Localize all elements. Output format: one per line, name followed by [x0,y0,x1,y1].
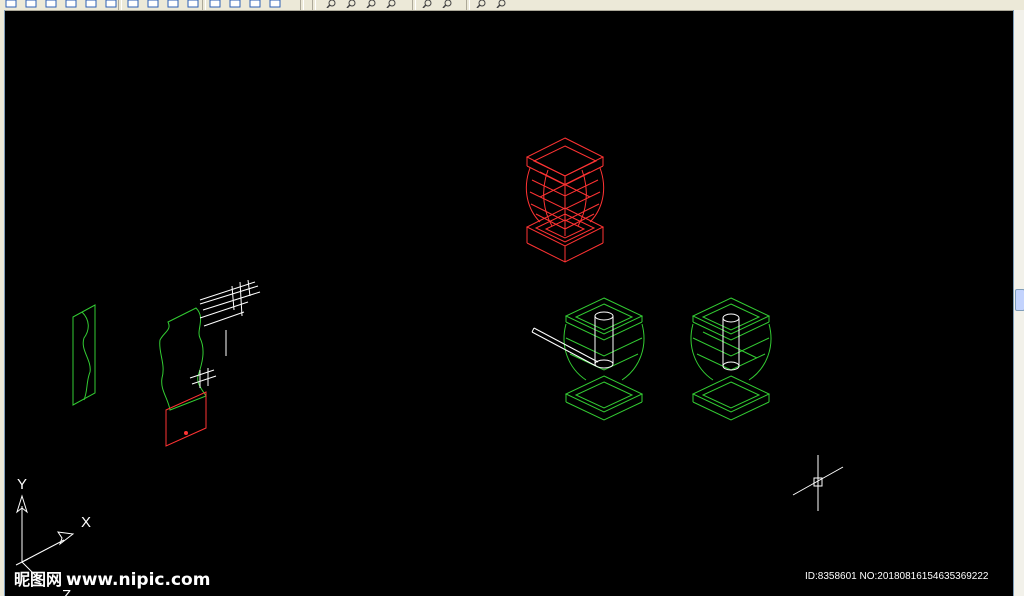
green-vase-right [690,297,772,421]
zoom-icon [496,0,506,8]
zoom-button[interactable] [362,0,380,10]
ucs-icon [15,494,75,577]
view-icon [25,0,37,8]
zoom-icon [422,0,432,8]
zoom-button[interactable] [418,0,436,10]
view-icon [209,0,221,8]
red-vase-wireframe [525,137,605,263]
profile-panel [72,304,96,406]
toolbar-group-zoom-2 [418,0,456,10]
toolbar-group-views-3 [206,0,284,10]
view-button[interactable] [184,0,202,10]
ucs-x-label: X [81,514,91,531]
view-icon [249,0,261,8]
watermark-cjk: 昵图网 [14,570,63,589]
toolbar-separator [412,0,416,10]
view-icon [229,0,241,8]
scrollbar-thumb[interactable] [1015,289,1024,311]
zoom-icon [346,0,356,8]
toolbar-separator [312,0,316,10]
view-icon [127,0,139,8]
view-button[interactable] [62,0,80,10]
view-icon [65,0,77,8]
zoom-button[interactable] [382,0,400,10]
toolbar-group-zoom-3 [472,0,510,10]
zoom-icon [476,0,486,8]
view-button[interactable] [42,0,60,10]
view-button[interactable] [124,0,142,10]
view-icon [85,0,97,8]
vertical-scrollbar[interactable] [1013,10,1024,596]
view-icon [5,0,17,8]
ucs-y-label: Y [17,476,27,493]
toolbar-group-views-2 [124,0,202,10]
watermark-logo: 昵图网 www.nipic.com [14,566,210,590]
zoom-button[interactable] [472,0,490,10]
view-icon [105,0,117,8]
watermark-id: ID:8358601 NO:20180816154635369222 [805,571,989,582]
view-button[interactable] [22,0,40,10]
watermark-url: www.nipic.com [66,570,211,590]
zoom-icon [442,0,452,8]
zoom-button[interactable] [322,0,340,10]
toolbar-group-views [2,0,120,10]
view-button[interactable] [82,0,100,10]
zoom-icon [366,0,376,8]
view-button[interactable] [206,0,224,10]
crosshair-cursor [792,455,844,511]
zoom-button[interactable] [342,0,360,10]
view-icon [45,0,57,8]
toolbar-separator [300,0,304,10]
zoom-button[interactable] [438,0,456,10]
view-button[interactable] [226,0,244,10]
view-icon [187,0,199,8]
view-button[interactable] [144,0,162,10]
cad-model-space[interactable]: Y X Z [4,10,1013,596]
view-button[interactable] [246,0,264,10]
view-button[interactable] [164,0,182,10]
view-button[interactable] [2,0,20,10]
revolve-profile [159,279,261,447]
view-icon [167,0,179,8]
view-icon [147,0,159,8]
toolbar-group-zoom [322,0,400,10]
view-button[interactable] [266,0,284,10]
view-icon [269,0,281,8]
zoom-icon [326,0,336,8]
toolbar-separator [466,0,470,10]
zoom-icon [386,0,396,8]
zoom-button[interactable] [492,0,510,10]
toolbar-separator [118,0,122,10]
green-vase-left [531,297,645,421]
